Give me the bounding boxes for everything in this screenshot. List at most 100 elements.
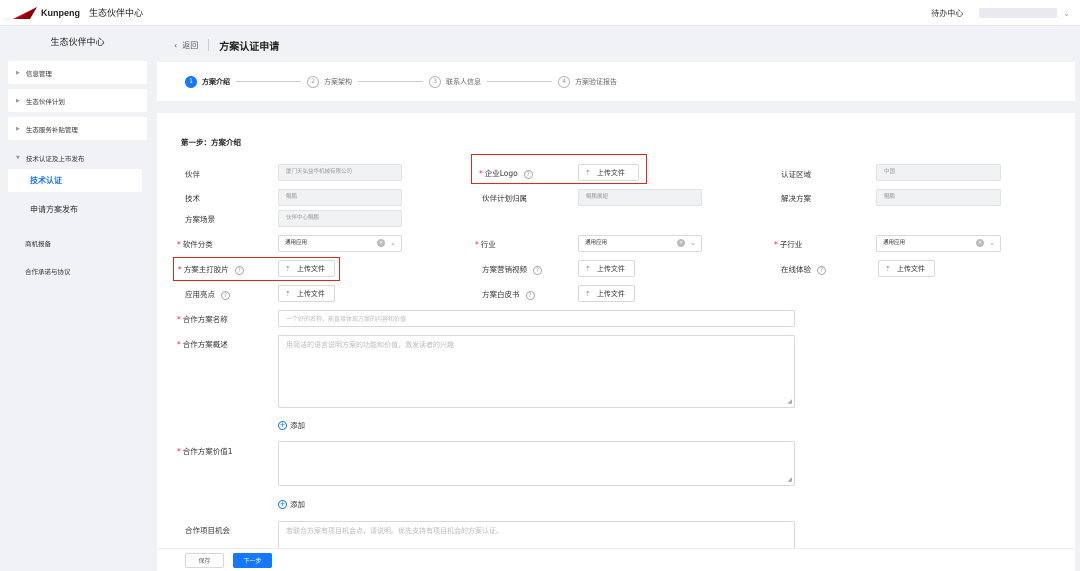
caret-down-icon: ▼	[16, 154, 20, 161]
solution-name-label: * 合作方案名称	[177, 315, 228, 324]
page-title: 方案认证申请	[219, 41, 280, 53]
chevron-down-icon: ⌄	[690, 239, 696, 247]
plus-circle-icon: +	[278, 421, 287, 430]
software-category-label: * 软件分类	[177, 240, 213, 249]
main-slide-upload-button[interactable]: ⇡ 上传文件	[278, 260, 335, 277]
help-icon[interactable]: ?	[523, 169, 533, 179]
step-label: 方案架构	[324, 77, 352, 86]
clear-icon[interactable]: ×	[677, 239, 686, 247]
step-label: 方案验证报告	[575, 77, 617, 86]
sidebar-item-subsidy-management[interactable]: ▶ 生态服务补贴管理	[8, 117, 147, 140]
solution-label: 解决方案	[781, 194, 811, 203]
caret-right-icon: ▶	[16, 125, 20, 132]
sidebar-item-label: 生态伙伴计划	[25, 97, 65, 106]
marketing-video-upload-button[interactable]: ⇡ 上传文件	[578, 260, 635, 277]
region-field: 中国	[876, 164, 1001, 181]
step-connector	[487, 81, 552, 82]
back-label: 返回	[182, 40, 199, 50]
logo-text: Kunpeng	[41, 7, 80, 18]
step-label: 方案介绍	[202, 77, 230, 86]
step-progress: 1 方案介绍 2 方案架构 3 联系人信息 4 方案验证报告	[157, 62, 1075, 101]
sidebar-title: 生态伙伴中心	[50, 38, 105, 48]
sub-industry-select[interactable]: 通用应用 × ⌄	[876, 235, 1001, 252]
kunpeng-logo[interactable]: Kunpeng	[12, 6, 80, 20]
step-label: 联系人信息	[446, 77, 481, 86]
chevron-down-icon[interactable]: ⌄	[1063, 9, 1070, 18]
solution-value-textarea[interactable]: ◢	[278, 441, 795, 486]
sidebar-item-info-management[interactable]: ▶ 信息管理	[8, 61, 147, 84]
clear-icon[interactable]: ×	[976, 239, 985, 247]
scenario-label: 方案场景	[185, 215, 215, 224]
chevron-down-icon: ⌄	[989, 239, 995, 247]
solution-overview-textarea[interactable]: 用简洁的语言说明方案的功能和价值，激发读者的兴趣 ◢	[278, 335, 795, 408]
user-account-dropdown[interactable]	[979, 8, 1058, 18]
industry-select[interactable]: 通用应用 × ⌄	[578, 235, 702, 252]
kunpeng-logo-icon	[13, 6, 37, 19]
industry-label: * 行业	[475, 240, 496, 249]
step-2[interactable]: 2 方案架构	[307, 75, 352, 88]
clear-icon[interactable]: ×	[377, 239, 386, 247]
whitepaper-label: 方案白皮书?	[482, 289, 535, 300]
marketing-video-label: 方案营销视频?	[482, 264, 542, 275]
app-title: 生态伙伴中心	[89, 9, 144, 19]
sidebar-item-tech-certification[interactable]: ▼ 技术认证及上市发布	[8, 146, 147, 169]
step-3[interactable]: 3 联系人信息	[429, 75, 481, 88]
help-icon[interactable]: ?	[525, 290, 535, 300]
software-category-select[interactable]: 通用应用 × ⌄	[278, 235, 402, 252]
step-4[interactable]: 4 方案验证报告	[558, 75, 617, 88]
step-1[interactable]: 1 方案介绍	[185, 75, 230, 88]
whitepaper-upload-button[interactable]: ⇡ 上传文件	[578, 285, 635, 302]
logo-label: * 企业Logo?	[479, 168, 533, 179]
tech-field: 鲲鹏	[278, 189, 402, 206]
region-label: 认证区域	[781, 170, 811, 179]
step-number: 4	[558, 75, 570, 88]
upload-icon: ⇡	[585, 168, 591, 177]
scenario-field: 伙伴中心鲲鹏	[278, 210, 402, 227]
plan-owner-field: 鲲鹏展翅	[578, 189, 702, 206]
add-value-button[interactable]: + 添加	[278, 499, 305, 510]
sidebar-item-label: 信息管理	[25, 69, 52, 78]
solution-value-label: * 合作方案价值1	[177, 447, 233, 456]
help-icon[interactable]: ?	[817, 265, 826, 275]
resize-handle-icon[interactable]: ◢	[787, 398, 792, 405]
online-trial-upload-button[interactable]: ⇡ 上传文件	[878, 260, 935, 277]
page-header: ‹ 返回 方案认证申请	[157, 27, 1075, 63]
step-connector	[358, 81, 423, 82]
upload-icon: ⇡	[585, 289, 591, 298]
resize-handle-icon[interactable]: ◢	[787, 476, 792, 483]
upload-icon: ⇡	[585, 264, 591, 273]
step-number: 1	[185, 75, 197, 88]
partner-label: 伙伴	[185, 170, 200, 179]
online-trial-label: 在线体验?	[781, 264, 826, 275]
plus-circle-icon: +	[278, 500, 287, 509]
step-number: 3	[429, 75, 441, 88]
top-bar: Kunpeng 生态伙伴中心 待办中心 ⌄	[0, 0, 1080, 26]
help-icon[interactable]: ?	[533, 265, 542, 275]
chevron-left-icon: ‹	[174, 40, 178, 50]
sidebar-item-partner-program[interactable]: ▶ 生态伙伴计划	[8, 89, 147, 112]
help-icon[interactable]: ?	[221, 290, 230, 300]
caret-right-icon: ▶	[16, 97, 20, 104]
chevron-down-icon: ⌄	[390, 239, 396, 247]
tech-label: 技术	[185, 194, 200, 203]
back-button[interactable]: ‹ 返回	[174, 40, 198, 51]
next-step-button[interactable]: 下一步	[233, 552, 272, 568]
solution-name-input[interactable]: 一个好的名称，能直接体现方案的内容和价值	[278, 310, 795, 327]
upload-icon: ⇡	[285, 264, 291, 273]
pending-center-link[interactable]: 待办中心	[931, 8, 963, 19]
solution-form: 第一步：方案介绍 伙伴 厦门天弘益华机械有限公司 * 企业Logo? ⇡ 上传文件 …	[157, 113, 1075, 553]
sidebar-subitem-publish-solution[interactable]: 申请方案发布	[8, 198, 142, 221]
help-icon[interactable]: ?	[234, 265, 244, 275]
highlights-upload-button[interactable]: ⇡ 上传文件	[278, 285, 335, 302]
caret-right-icon: ▶	[16, 69, 20, 76]
save-button[interactable]: 保存	[185, 552, 224, 568]
sidebar-subitem-tech-cert[interactable]: 技术认证	[8, 169, 142, 192]
sidebar-item-opportunity-report[interactable]: 商机报备	[8, 238, 147, 248]
sidebar-item-cooperation-agreement[interactable]: 合作承诺与协议	[8, 266, 147, 276]
add-overview-button[interactable]: + 添加	[278, 420, 305, 431]
partner-field: 厦门天弘益华机械有限公司	[278, 164, 402, 181]
sidebar-item-label: 技术认证及上市发布	[25, 154, 85, 163]
logo-upload-button[interactable]: ⇡ 上传文件	[578, 164, 639, 181]
header-divider	[208, 39, 210, 51]
sidebar: 生态伙伴中心 ▶ 信息管理 ▶ 生态伙伴计划 ▶ 生态服务补贴管理 ▼ 技术认证…	[0, 27, 155, 571]
